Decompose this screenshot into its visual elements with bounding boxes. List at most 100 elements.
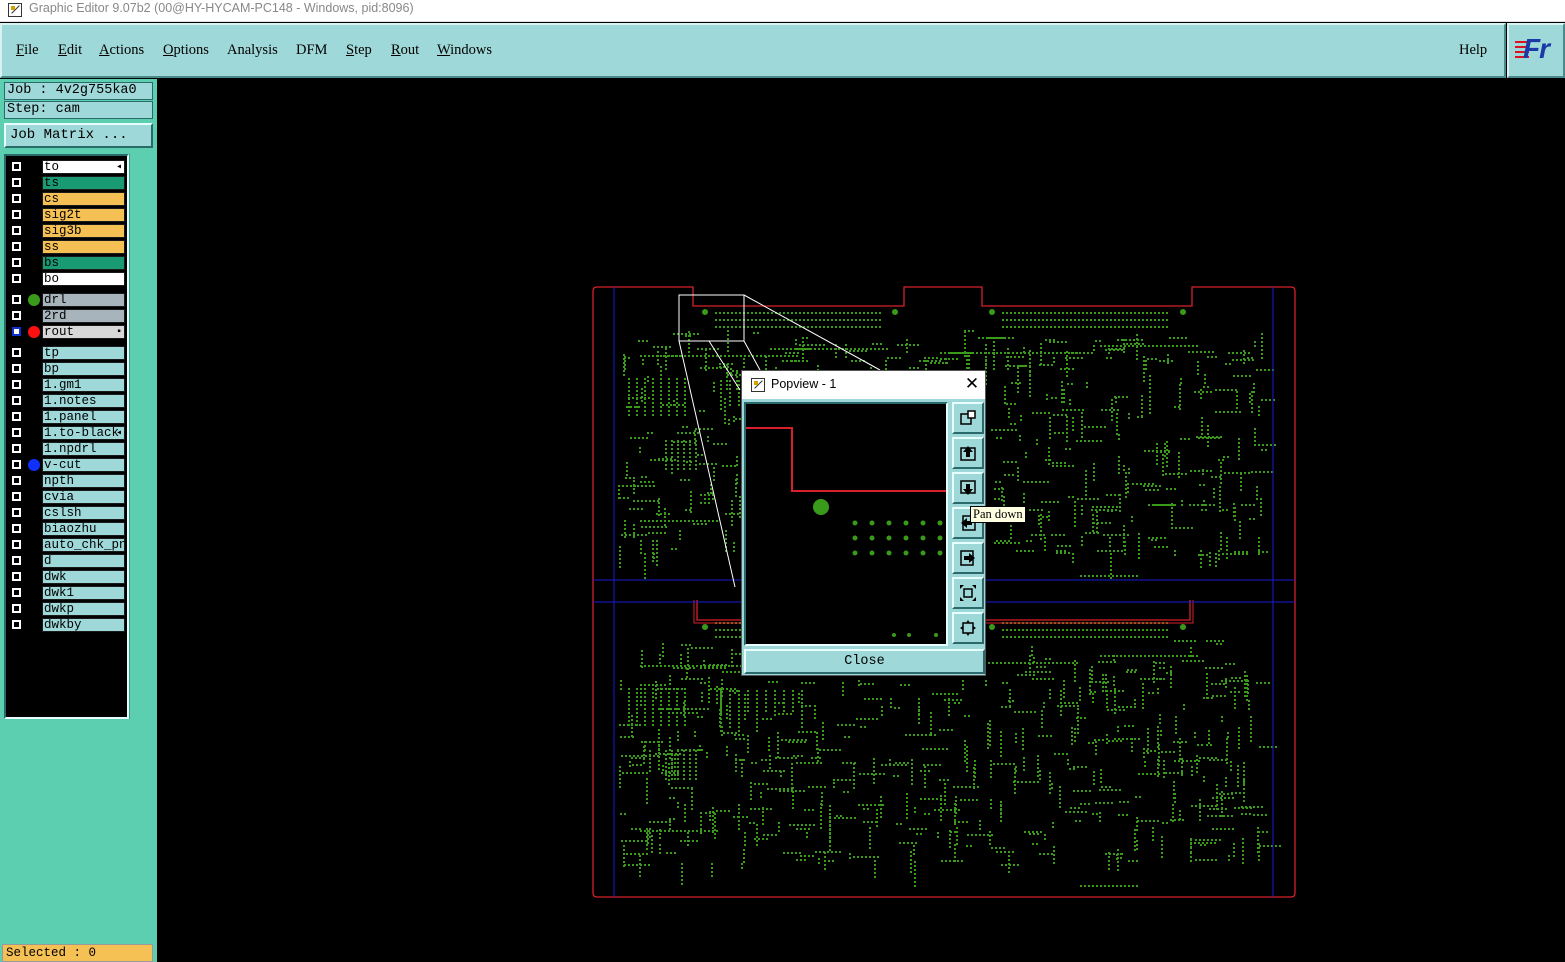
layer-row-bs[interactable]: bs	[8, 256, 125, 270]
layer-row-drl[interactable]: drl	[8, 293, 125, 307]
layer-row-1-to-black[interactable]: 1.to-black ◂	[8, 426, 125, 440]
layer-checkbox[interactable]	[11, 411, 22, 422]
layer-row-d[interactable]: d	[8, 554, 125, 568]
layer-name[interactable]: rout ▪	[42, 325, 125, 339]
layer-name[interactable]: cvia	[42, 490, 125, 504]
layer-name[interactable]: dwkby	[42, 618, 125, 632]
layer-checkbox[interactable]	[11, 310, 22, 321]
layer-checkbox[interactable]	[11, 619, 22, 630]
layer-checkbox[interactable]	[11, 443, 22, 454]
menu-step[interactable]: Step	[346, 42, 372, 59]
menu-analysis[interactable]: Analysis	[227, 42, 278, 59]
menu-file[interactable]: File	[16, 42, 39, 59]
layer-name[interactable]: 1.panel	[42, 410, 125, 424]
menu-windows[interactable]: Windows	[437, 42, 492, 59]
layer-checkbox[interactable]	[11, 326, 22, 337]
layer-row-sig3b[interactable]: sig3b	[8, 224, 125, 238]
layer-name[interactable]: 1.gm1	[42, 378, 125, 392]
zoom-window-button[interactable]	[952, 402, 984, 434]
layer-name[interactable]: drl	[42, 293, 125, 307]
layer-row-sig2t[interactable]: sig2t	[8, 208, 125, 222]
layer-row-bo[interactable]: bo	[8, 272, 125, 286]
layer-row-dwk[interactable]: dwk	[8, 570, 125, 584]
layer-name[interactable]: ss	[42, 240, 125, 254]
layer-checkbox[interactable]	[11, 177, 22, 188]
layer-row-1-gm1[interactable]: 1.gm1	[8, 378, 125, 392]
layer-row-cvia[interactable]: cvia	[8, 490, 125, 504]
layer-checkbox[interactable]	[11, 539, 22, 550]
layer-name[interactable]: bs	[42, 256, 125, 270]
layer-name[interactable]: d	[42, 554, 125, 568]
menu-actions[interactable]: Actions	[99, 42, 144, 59]
layer-name[interactable]: npth	[42, 474, 125, 488]
layer-checkbox[interactable]	[11, 459, 22, 470]
layer-row-bp[interactable]: bp	[8, 362, 125, 376]
layer-row-tp[interactable]: tp	[8, 346, 125, 360]
layer-name[interactable]: 2rd	[42, 309, 125, 323]
layer-checkbox[interactable]	[11, 475, 22, 486]
layer-row-to[interactable]: to ◂	[8, 160, 125, 174]
pan-right-button[interactable]	[952, 542, 984, 574]
layer-checkbox[interactable]	[11, 555, 22, 566]
layer-checkbox[interactable]	[11, 347, 22, 358]
layer-checkbox[interactable]	[11, 225, 22, 236]
layer-name[interactable]: auto_chk_pnl	[42, 538, 125, 552]
layer-name[interactable]: 1.npdrl	[42, 442, 125, 456]
layer-row-2rd[interactable]: 2rd	[8, 309, 125, 323]
layer-name[interactable]: v-cut	[42, 458, 125, 472]
layer-checkbox[interactable]	[11, 257, 22, 268]
popview-close-icon[interactable]: ✕	[962, 374, 982, 394]
layer-row-auto-chk-pnl[interactable]: auto_chk_pnl	[8, 538, 125, 552]
layer-checkbox[interactable]	[11, 491, 22, 502]
pan-up-button[interactable]	[952, 437, 984, 469]
layer-checkbox[interactable]	[11, 379, 22, 390]
zoom-fit-button[interactable]	[952, 577, 984, 609]
layer-name[interactable]: 1.notes	[42, 394, 125, 408]
menu-edit[interactable]: Edit	[58, 42, 82, 59]
zoom-out-button[interactable]	[952, 612, 984, 644]
layer-row-1-npdrl[interactable]: 1.npdrl	[8, 442, 125, 456]
layer-checkbox[interactable]	[11, 395, 22, 406]
layer-name[interactable]: ts	[42, 176, 125, 190]
layer-name[interactable]: biaozhu	[42, 522, 125, 536]
layer-checkbox[interactable]	[11, 587, 22, 598]
layer-name[interactable]: to ◂	[42, 160, 125, 174]
layer-checkbox[interactable]	[11, 273, 22, 284]
layer-row-dwkby[interactable]: dwkby	[8, 618, 125, 632]
layer-row-ts[interactable]: ts	[8, 176, 125, 190]
popview-viewport[interactable]	[744, 402, 948, 646]
menu-dfm[interactable]: DFM	[296, 42, 327, 59]
layer-name[interactable]: dwk1	[42, 586, 125, 600]
layer-name[interactable]: cs	[42, 192, 125, 206]
layer-name[interactable]: sig2t	[42, 208, 125, 222]
layer-list-scrollbar[interactable]	[129, 154, 155, 719]
layer-checkbox[interactable]	[11, 571, 22, 582]
layer-row-1-notes[interactable]: 1.notes	[8, 394, 125, 408]
layer-name[interactable]: dwk	[42, 570, 125, 584]
layer-checkbox[interactable]	[11, 427, 22, 438]
layer-name[interactable]: bp	[42, 362, 125, 376]
layer-name[interactable]: cslsh	[42, 506, 125, 520]
layer-checkbox[interactable]	[11, 363, 22, 374]
layer-row-biaozhu[interactable]: biaozhu	[8, 522, 125, 536]
layer-row-dwk1[interactable]: dwk1	[8, 586, 125, 600]
menu-rout[interactable]: Rout	[391, 42, 419, 59]
job-matrix-button[interactable]: Job Matrix ...	[4, 123, 153, 148]
layer-row-rout[interactable]: rout ▪	[8, 325, 125, 339]
layer-row-cslsh[interactable]: cslsh	[8, 506, 125, 520]
popview-titlebar[interactable]: Popview - 1 ✕	[742, 371, 985, 399]
layer-checkbox[interactable]	[11, 209, 22, 220]
layer-checkbox[interactable]	[11, 193, 22, 204]
layer-row-dwkp[interactable]: dwkp	[8, 602, 125, 616]
layer-checkbox[interactable]	[11, 294, 22, 305]
menu-options[interactable]: Options	[163, 42, 209, 59]
layer-row-ss[interactable]: ss	[8, 240, 125, 254]
layer-checkbox[interactable]	[11, 603, 22, 614]
layer-name[interactable]: 1.to-black ◂	[42, 426, 125, 440]
layer-name[interactable]: bo	[42, 272, 125, 286]
layer-checkbox[interactable]	[11, 161, 22, 172]
layer-checkbox[interactable]	[11, 241, 22, 252]
layer-row-npth[interactable]: npth	[8, 474, 125, 488]
layer-checkbox[interactable]	[11, 523, 22, 534]
layer-name[interactable]: tp	[42, 346, 125, 360]
